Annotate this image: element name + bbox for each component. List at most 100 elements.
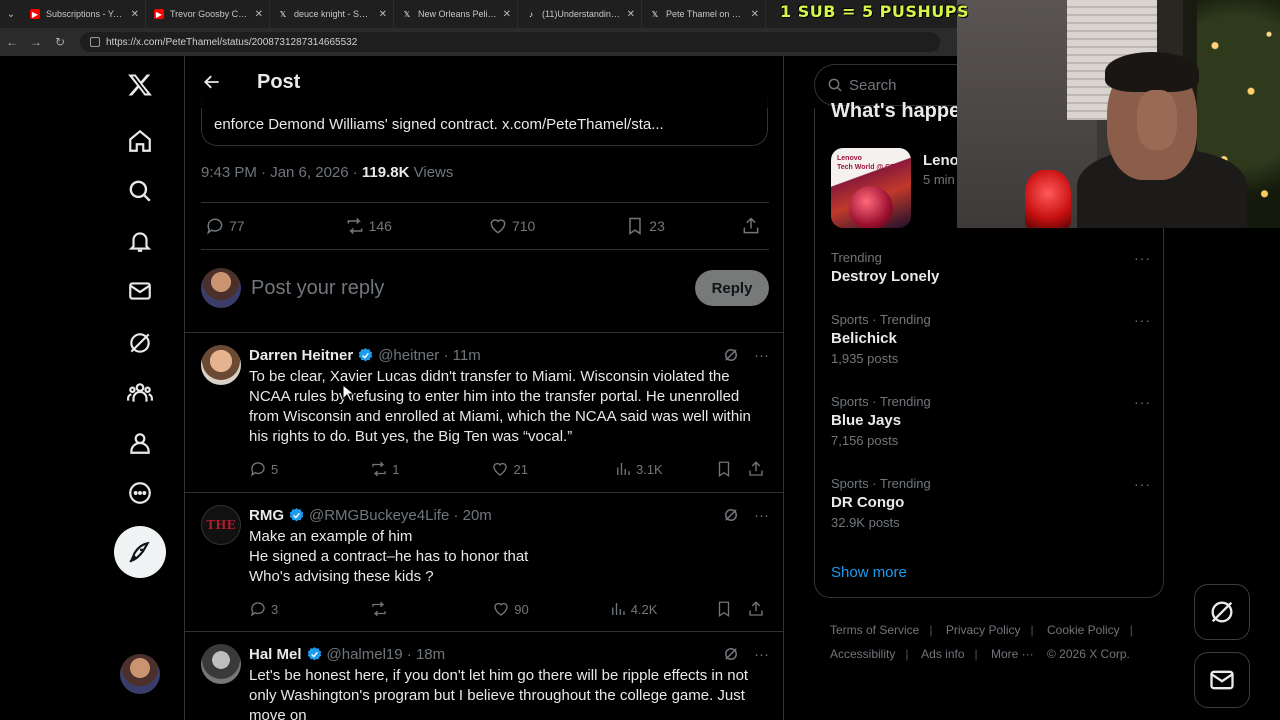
browser-tab[interactable]: 𝕏 New Orleans Pelicans ✕ xyxy=(394,0,518,28)
home-icon[interactable] xyxy=(121,122,159,160)
trend-item[interactable]: Sports · Trending Belichick 1,935 posts … xyxy=(831,312,1151,366)
panel-title: What's happe xyxy=(831,100,961,122)
bookmark-action[interactable]: 23 xyxy=(625,216,665,236)
account-avatar[interactable] xyxy=(120,654,160,694)
show-more-link[interactable]: Show more xyxy=(831,564,907,581)
url-field[interactable]: https://x.com/PeteThamel/status/20087312… xyxy=(80,32,940,52)
messages-floating-button[interactable] xyxy=(1194,652,1250,708)
reply-button[interactable]: Reply xyxy=(695,270,769,306)
close-tab-icon[interactable]: ✕ xyxy=(255,9,263,20)
close-tab-icon[interactable]: ✕ xyxy=(627,9,635,20)
share-action[interactable] xyxy=(741,216,765,236)
messages-mail-icon[interactable] xyxy=(121,272,159,310)
compose-post-button[interactable] xyxy=(114,526,166,578)
author-handle[interactable]: @heitner · 11m xyxy=(378,347,481,364)
browser-tab[interactable]: 𝕏 deuce knight - Search ✕ xyxy=(270,0,394,28)
forward-nav-icon[interactable]: → xyxy=(24,28,48,56)
close-tab-icon[interactable]: ✕ xyxy=(503,9,511,20)
like-action[interactable]: 710 xyxy=(488,216,535,236)
author-name[interactable]: Hal Mel xyxy=(249,646,302,663)
reply-post[interactable]: THE RMG @RMGBuckeye4Life · 20m ··· Make … xyxy=(185,493,783,631)
reply-action[interactable]: 3 xyxy=(249,600,278,618)
views-action[interactable]: 4.2K xyxy=(609,600,657,618)
grok-icon[interactable] xyxy=(722,346,740,364)
views-action[interactable]: 3.1K xyxy=(614,460,663,478)
share-action[interactable] xyxy=(747,460,769,478)
share-icon xyxy=(749,601,763,616)
x-logo-icon[interactable] xyxy=(121,66,159,104)
more-circle-icon[interactable] xyxy=(121,474,159,512)
grok-icon[interactable] xyxy=(121,324,159,362)
notifications-bell-icon[interactable] xyxy=(121,222,159,260)
like-action[interactable]: 21 xyxy=(491,460,528,478)
reply-action[interactable]: 77 xyxy=(205,216,245,236)
communities-icon[interactable] xyxy=(121,374,159,412)
site-info-icon[interactable] xyxy=(90,37,100,47)
back-arrow-icon[interactable] xyxy=(193,63,231,101)
post-header: Post xyxy=(185,56,783,108)
browser-tab[interactable]: ▶ Subscriptions - YouTube ✕ xyxy=(22,0,146,28)
browser-tab[interactable]: ▶ Trevor Goosby College ✕ xyxy=(146,0,270,28)
more-options-icon[interactable]: ··· xyxy=(1134,250,1151,266)
author-handle[interactable]: @halmel19 · 18m xyxy=(327,646,446,663)
author-handle[interactable]: @RMGBuckeye4Life · 20m xyxy=(309,507,492,524)
privacy-link[interactable]: Privacy Policy xyxy=(946,623,1021,637)
author-name[interactable]: RMG xyxy=(249,507,284,524)
reply-post[interactable]: Darren Heitner @heitner · 11m ··· To be … xyxy=(185,333,783,492)
cookie-link[interactable]: Cookie Policy xyxy=(1047,623,1120,637)
views-count: 119.8K xyxy=(361,164,410,181)
repost-action[interactable]: 146 xyxy=(345,216,392,236)
trend-item[interactable]: Sports · Trending Blue Jays 7,156 posts … xyxy=(831,394,1151,448)
ads-info-link[interactable]: Ads info xyxy=(921,647,964,661)
browser-tab[interactable]: ♪ (11)Understanding th ✕ xyxy=(518,0,642,28)
close-tab-icon[interactable]: ✕ xyxy=(131,9,139,20)
more-options-icon[interactable]: ··· xyxy=(754,507,769,524)
more-options-icon[interactable]: ··· xyxy=(1134,394,1151,410)
promo-subtitle: 5 min xyxy=(923,172,955,187)
bookmark-action[interactable] xyxy=(715,600,737,618)
browser-tab[interactable]: 𝕏 Pete Thamel on X: "W ✕ xyxy=(642,0,766,28)
promo-image[interactable]: Lenovo Tech World @ CES xyxy=(831,148,911,228)
close-tab-icon[interactable]: ✕ xyxy=(379,9,387,20)
post-timestamp[interactable]: 9:43 PM · Jan 6, 2026 · xyxy=(201,164,362,181)
repost-action[interactable]: 1 xyxy=(370,460,399,478)
avatar[interactable]: THE xyxy=(201,505,241,545)
trend-item[interactable]: Sports · Trending DR Congo 32.9K posts ·… xyxy=(831,476,1151,530)
grok-icon[interactable] xyxy=(722,645,740,663)
reply-post[interactable]: Hal Mel @halmel19 · 18m ··· Let's be hon… xyxy=(185,632,783,720)
trend-category: Sports · Trending xyxy=(831,476,931,491)
more-options-icon[interactable]: ··· xyxy=(754,646,769,663)
share-action[interactable] xyxy=(747,600,769,618)
promo-title[interactable]: Leno xyxy=(923,152,959,169)
reload-icon[interactable]: ↻ xyxy=(48,28,72,56)
tab-list-chevron-icon[interactable]: ⌄ xyxy=(0,0,22,28)
more-options-icon[interactable]: ··· xyxy=(1134,312,1151,328)
avatar[interactable] xyxy=(201,345,241,385)
bookmark-action[interactable] xyxy=(715,460,737,478)
post-header-row: Darren Heitner @heitner · 11m ··· xyxy=(249,345,769,365)
more-options-icon[interactable]: ··· xyxy=(1134,476,1151,492)
author-name[interactable]: Darren Heitner xyxy=(249,347,353,364)
reply-input[interactable]: Post your reply xyxy=(251,277,695,300)
close-tab-icon[interactable]: ✕ xyxy=(751,9,759,20)
main-column: enforce Demond Williams' signed contract… xyxy=(184,56,784,720)
more-options-icon[interactable]: ··· xyxy=(754,347,769,364)
heart-icon xyxy=(494,602,508,616)
grok-floating-button[interactable] xyxy=(1194,584,1250,640)
accessibility-link[interactable]: Accessibility xyxy=(830,647,895,661)
analytics-icon xyxy=(611,603,625,615)
repost-action[interactable] xyxy=(370,600,392,618)
more-link[interactable]: More ··· xyxy=(991,647,1034,661)
like-action[interactable]: 90 xyxy=(492,600,529,618)
explore-search-icon[interactable] xyxy=(121,172,159,210)
bookmark-icon xyxy=(718,461,730,478)
avatar[interactable] xyxy=(201,644,241,684)
reply-count: 3 xyxy=(271,601,279,617)
terms-link[interactable]: Terms of Service xyxy=(830,623,919,637)
mail-icon xyxy=(1210,670,1234,690)
back-nav-icon[interactable]: ← xyxy=(0,28,24,56)
trend-item[interactable]: Trending Destroy Lonely ··· xyxy=(831,250,1151,285)
reply-action[interactable]: 5 xyxy=(249,460,278,478)
grok-icon[interactable] xyxy=(722,506,740,524)
profile-icon[interactable] xyxy=(121,424,159,462)
